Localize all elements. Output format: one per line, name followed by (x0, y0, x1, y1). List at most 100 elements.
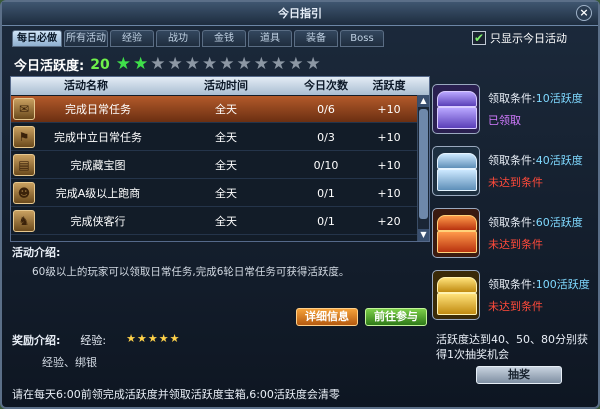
filled-star-icon: ★ (132, 54, 149, 74)
intro-label: 活动介绍: (12, 246, 61, 259)
activity-points: +20 (377, 214, 401, 228)
red-chest-icon[interactable] (432, 208, 480, 258)
activity-count: 0/1 (317, 186, 335, 200)
activity-intro: 活动介绍: 60级以上的玩家可以领取日常任务,完成6轮日常任务可获得活跃度。 (12, 244, 430, 279)
lottery-note: 活跃度达到40、50、80分别获得1次抽奖机会 (436, 333, 588, 361)
empty-star-icon: ★ (184, 54, 200, 74)
purple-chest-icon[interactable] (432, 84, 480, 134)
tab-equipment[interactable]: 装备 (294, 30, 338, 47)
activity-count: 0/3 (317, 130, 335, 144)
chest-cond-label: 领取条件: (488, 216, 536, 229)
today-only-checkbox[interactable]: ✔ (472, 31, 486, 45)
activity-count: 0/6 (317, 102, 335, 116)
activity-time: 全天 (215, 187, 237, 200)
exp-rating-stars: ★★★★★ (126, 332, 181, 345)
scroll-up-icon[interactable]: ▲ (418, 95, 429, 107)
table-row[interactable]: ♞ 完成侠客行 全天 0/1 +20 (11, 208, 417, 235)
today-only-label: 只显示今日活动 (490, 32, 567, 45)
reward-chest[interactable]: 领取条件:40活跃度 未达到条件 (432, 142, 592, 200)
activity-table: 活动名称 活动时间 今日次数 活跃度 ✉ 完成日常任务 全天 0/6 +10 ⚑… (10, 76, 430, 242)
empty-star-icon: ★ (270, 54, 287, 74)
empty-star-icon: ★ (150, 54, 166, 74)
col-points-header: 活跃度 (372, 79, 406, 92)
tab-all[interactable]: 所有活动 (64, 30, 108, 47)
chest-cond-value: 100活跃度 (535, 278, 590, 291)
table-row[interactable]: ▤ 完成藏宝图 全天 0/10 +10 (11, 152, 417, 179)
col-count-header: 今日次数 (304, 79, 348, 92)
today-only-filter[interactable]: ✔ 只显示今日活动 (472, 30, 567, 46)
reward-chest[interactable]: 领取条件:60活跃度 未达到条件 (432, 204, 592, 262)
table-row[interactable]: ☻ 完成A级以上跑商 全天 0/1 +10 (11, 180, 417, 207)
table-header: 活动名称 活动时间 今日次数 活跃度 (11, 77, 429, 95)
activity-time: 全天 (215, 131, 237, 144)
tab-boss[interactable]: Boss (340, 30, 384, 47)
activity-count: 0/1 (317, 214, 335, 228)
chest-status: 未达到条件 (488, 238, 543, 251)
tab-money[interactable]: 金钱 (202, 30, 246, 47)
chest-cond-value: 40活跃度 (535, 154, 583, 167)
close-icon[interactable]: × (576, 5, 592, 21)
activity-points: +10 (377, 130, 401, 144)
lottery-button[interactable]: 抽奖 (476, 366, 562, 384)
category-tabs: 每日必做 所有活动 经验 战功 金钱 道具 装备 Boss (12, 30, 384, 48)
filled-star-icon: ★ (115, 54, 131, 74)
activity-points: +10 (377, 186, 401, 200)
chest-panel: 领取条件:10活跃度 已领取 领取条件:40活跃度 未达到条件 领取条件:60活… (432, 76, 592, 324)
empty-star-icon: ★ (236, 54, 252, 74)
scroll-thumb[interactable] (419, 109, 428, 219)
table-scrollbar[interactable]: ▲ ▼ (417, 95, 429, 241)
gold-chest-icon[interactable] (432, 270, 480, 320)
activity-name: 完成A级以上跑商 (55, 187, 141, 200)
scroll-down-icon[interactable]: ▼ (418, 229, 429, 241)
chest-cond-label: 领取条件: (488, 278, 536, 291)
activity-time: 全天 (215, 215, 237, 228)
activity-label: 今日活跃度: (14, 59, 85, 74)
window-title: 今日指引 (278, 7, 322, 20)
activity-time: 全天 (215, 103, 237, 116)
empty-star-icon: ★ (305, 54, 321, 74)
task-scroll-icon: ✉ (13, 98, 35, 120)
reward-items: 经验、绑银 (42, 356, 97, 369)
empty-star-icon: ★ (167, 54, 183, 74)
activity-points: +10 (377, 102, 401, 116)
chest-status: 已领取 (488, 114, 521, 127)
detail-button[interactable]: 详细信息 (296, 308, 358, 326)
activity-value: 20 (90, 56, 110, 73)
go-participate-button[interactable]: 前往参与 (365, 308, 427, 326)
col-time-header: 活动时间 (204, 79, 248, 92)
table-row[interactable]: ✉ 完成日常任务 全天 0/6 +10 (11, 96, 417, 123)
activity-time: 全天 (215, 159, 237, 172)
chest-cond-label: 领取条件: (488, 154, 536, 167)
daily-guide-window: 今日指引 × 每日必做 所有活动 经验 战功 金钱 道具 装备 Boss ✔ 只… (0, 0, 600, 409)
empty-star-icon: ★ (219, 54, 235, 74)
chest-status: 未达到条件 (488, 176, 543, 189)
window-title-bar: 今日指引 × (2, 2, 598, 26)
chest-status: 未达到条件 (488, 300, 543, 313)
chest-cond-label: 领取条件: (488, 92, 536, 105)
activity-name: 完成中立日常任务 (54, 131, 142, 144)
empty-star-icon: ★ (253, 54, 269, 74)
reward-chest[interactable]: 领取条件:10活跃度 已领取 (432, 80, 592, 138)
intro-text: 60级以上的玩家可以领取日常任务,完成6轮日常任务可获得活跃度。 (32, 266, 350, 278)
activity-points: +10 (377, 158, 401, 172)
tab-merit[interactable]: 战功 (156, 30, 200, 47)
activity-count: 0/10 (313, 158, 339, 172)
chest-cond-value: 10活跃度 (535, 92, 583, 105)
activity-name: 完成藏宝图 (70, 159, 126, 172)
activity-name: 完成侠客行 (70, 215, 126, 228)
treasure-map-icon: ▤ (13, 154, 35, 176)
silver-chest-icon[interactable] (432, 146, 480, 196)
activity-summary: 今日活跃度: 20 ★ ★ ★ ★ ★ ★ ★ ★ ★ ★ ★ ★ (14, 54, 321, 75)
tab-exp[interactable]: 经验 (110, 30, 154, 47)
knight-icon: ♞ (13, 210, 35, 232)
reward-label: 奖励介绍: (12, 334, 61, 347)
table-row[interactable]: ⚑ 完成中立日常任务 全天 0/3 +10 (11, 124, 417, 151)
activity-name: 完成日常任务 (65, 103, 131, 116)
tab-daily[interactable]: 每日必做 (12, 30, 62, 47)
col-name-header: 活动名称 (64, 79, 108, 92)
empty-star-icon: ★ (288, 54, 304, 74)
tab-items[interactable]: 道具 (248, 30, 292, 47)
empty-star-icon: ★ (201, 54, 218, 74)
reward-intro: 奖励介绍: 经验: ★★★★★ 经验、绑银 (12, 332, 430, 370)
reward-chest[interactable]: 领取条件:100活跃度 未达到条件 (432, 266, 592, 324)
